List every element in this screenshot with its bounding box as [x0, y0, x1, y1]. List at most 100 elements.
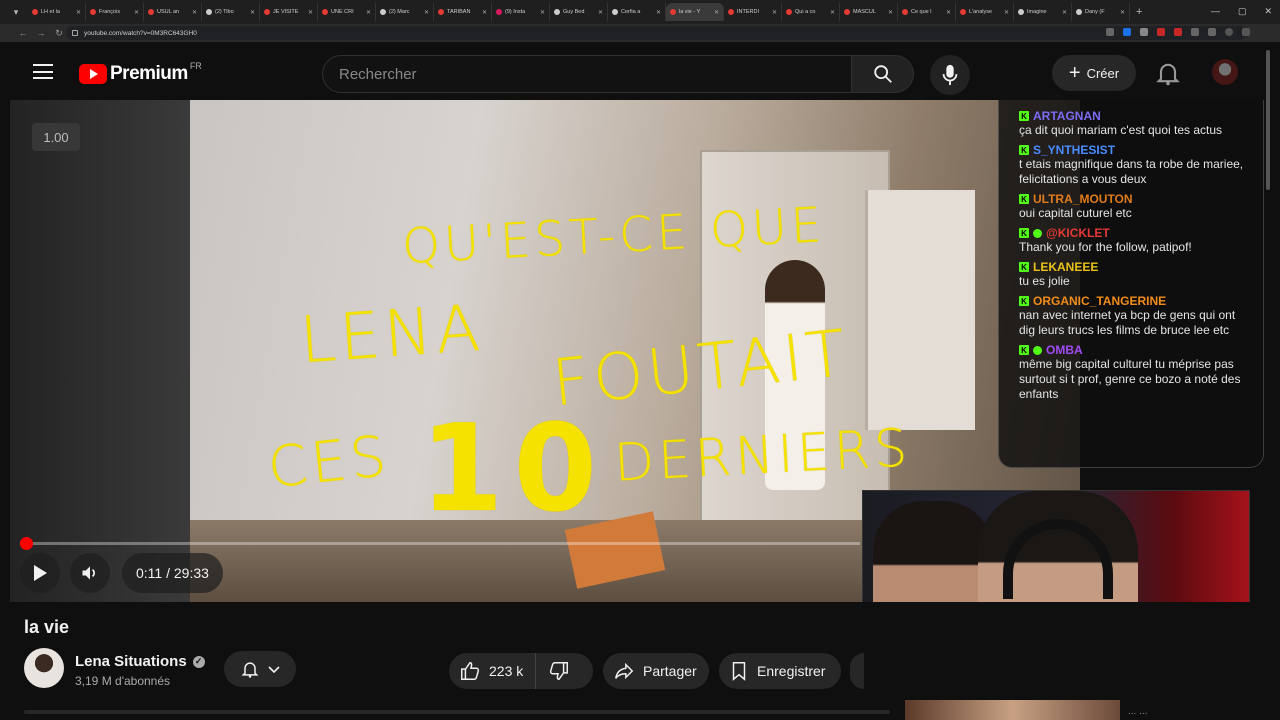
search-input[interactable] [322, 55, 852, 93]
profile-icon[interactable] [1225, 28, 1233, 36]
browser-tab[interactable]: Ce que l ✕ [898, 3, 956, 21]
play-button[interactable] [20, 553, 60, 593]
like-button[interactable]: 223 k [449, 653, 537, 689]
browser-tab[interactable]: François ✕ [86, 3, 144, 21]
browser-tab[interactable]: la vie - Y ✕ [666, 3, 724, 21]
tab-close-icon[interactable]: ✕ [366, 9, 371, 16]
subscriber-count: 3,19 M d'abonnés [75, 674, 171, 688]
browser-tab[interactable]: LH et la ✕ [28, 3, 86, 21]
subscriber-badge-icon [1033, 345, 1042, 355]
tab-close-icon[interactable]: ✕ [424, 9, 429, 16]
minimize-icon[interactable]: — [1211, 6, 1220, 17]
menu-icon[interactable] [33, 64, 53, 79]
tab-close-icon[interactable]: ✕ [656, 9, 661, 16]
browser-tab[interactable]: Guy Bed ✕ [550, 3, 608, 21]
tab-close-icon[interactable]: ✕ [1004, 9, 1009, 16]
tab-close-icon[interactable]: ✕ [1120, 9, 1125, 16]
extension-icon[interactable] [1191, 28, 1199, 36]
back-icon[interactable]: ← [14, 28, 32, 38]
browser-tab[interactable]: MASCUL ✕ [840, 3, 898, 21]
channel-avatar[interactable] [24, 648, 64, 688]
account-avatar[interactable] [1212, 59, 1238, 85]
more-actions-button[interactable] [850, 653, 864, 689]
dislike-button[interactable] [536, 660, 580, 682]
youtube-premium-logo[interactable]: Premium FR [79, 61, 202, 85]
progress-scrubber[interactable] [20, 537, 33, 550]
browser-tab[interactable]: Qui a co ✕ [782, 3, 840, 21]
voice-search-button[interactable] [930, 55, 970, 95]
thumbs-down-icon [550, 662, 569, 680]
playback-speed: 1.00 [32, 123, 80, 151]
browser-tab[interactable]: L'analyse ✕ [956, 3, 1014, 21]
extensions-puzzle-icon[interactable] [1208, 28, 1216, 36]
address-bar[interactable]: youtube.com/watch?v=0M3RC643GH0 [66, 26, 1246, 40]
site-info-icon[interactable] [72, 30, 78, 36]
tab-close-icon[interactable]: ✕ [888, 9, 893, 16]
mute-button[interactable] [70, 553, 110, 593]
tab-close-icon[interactable]: ✕ [830, 9, 835, 16]
tab-close-icon[interactable]: ✕ [250, 9, 255, 16]
browser-tab[interactable]: UNE CRI ✕ [318, 3, 376, 21]
chat-user-row: K LEKANEEE [1019, 260, 1251, 274]
browser-tab[interactable]: USUL an ✕ [144, 3, 202, 21]
progress-bar[interactable] [20, 542, 860, 545]
kick-badge-icon: K [1019, 111, 1029, 121]
subscription-bell-button[interactable] [224, 651, 296, 687]
channel-name[interactable]: Lena Situations [75, 653, 187, 670]
chat-username: LEKANEEE [1033, 260, 1099, 274]
tab-close-icon[interactable]: ✕ [946, 9, 951, 16]
tab-label: L'analyse [969, 9, 993, 15]
browser-tab[interactable]: TARIBAN ✕ [434, 3, 492, 21]
bookmark-icon [732, 662, 746, 681]
tab-close-icon[interactable]: ✕ [134, 9, 139, 16]
browser-tab[interactable]: Cerfia a ✕ [608, 3, 666, 21]
search-button[interactable] [852, 55, 914, 93]
browser-tab[interactable]: (2) Tibo ✕ [202, 3, 260, 21]
close-window-icon[interactable]: ✕ [1264, 6, 1272, 17]
kick-badge-icon: K [1019, 228, 1029, 238]
browser-tab[interactable]: INTERDI ✕ [724, 3, 782, 21]
related-title[interactable]: ... ... [1128, 706, 1147, 717]
tab-close-icon[interactable]: ✕ [308, 9, 313, 16]
extension-icon[interactable] [1157, 28, 1165, 36]
create-button[interactable]: + Créer [1052, 55, 1136, 91]
tab-close-icon[interactable]: ✕ [1062, 9, 1067, 16]
tab-close-icon[interactable]: ✕ [598, 9, 603, 16]
tab-label: (9) Insta [505, 9, 526, 15]
tab-close-icon[interactable]: ✕ [192, 9, 197, 16]
video-frame-left: 1.00 [10, 100, 190, 602]
save-button[interactable]: Enregistrer [719, 653, 841, 689]
browser-tab[interactable]: Imagine ✕ [1014, 3, 1072, 21]
notifications-button[interactable] [1154, 59, 1182, 87]
translate-icon[interactable] [1123, 28, 1131, 36]
tab-close-icon[interactable]: ✕ [76, 9, 81, 16]
description-bar[interactable] [24, 710, 890, 714]
video-player[interactable]: 1.00 QU'EST-CE QUE LENA FOUTAIT CES 10 D… [0, 100, 1280, 602]
chat-message: K S_YNTHESIST t etais magnifique dans ta r… [1019, 143, 1251, 187]
bookmark-star-icon[interactable] [1140, 28, 1148, 36]
tab-close-icon[interactable]: ✕ [482, 9, 487, 16]
scrollbar-thumb[interactable] [1266, 50, 1270, 190]
zoom-icon[interactable] [1106, 28, 1114, 36]
page-scrollbar[interactable] [1266, 42, 1272, 718]
channel-name-row[interactable]: Lena Situations ✓ [75, 653, 205, 670]
new-tab-button[interactable]: + [1136, 6, 1142, 18]
share-label: Partager [643, 663, 697, 679]
browser-tab[interactable]: Dany (F ✕ [1072, 3, 1130, 21]
related-thumbnail[interactable] [905, 700, 1120, 720]
share-icon [615, 662, 634, 680]
chat-message: K @KICKLET Thank you for the follow, patip… [1019, 226, 1251, 255]
tab-close-icon[interactable]: ✕ [540, 9, 545, 16]
forward-icon[interactable]: → [32, 28, 50, 38]
share-button[interactable]: Partager [603, 653, 709, 689]
tab-search-icon[interactable]: ▾ [8, 4, 24, 20]
tab-close-icon[interactable]: ✕ [714, 9, 719, 16]
maximize-icon[interactable]: ▢ [1238, 6, 1247, 17]
browser-tab[interactable]: (9) Insta ✕ [492, 3, 550, 21]
browser-menu-icon[interactable] [1242, 28, 1250, 36]
tab-close-icon[interactable]: ✕ [772, 9, 777, 16]
extension-icon[interactable] [1174, 28, 1182, 36]
browser-tab[interactable]: (2) Marc ✕ [376, 3, 434, 21]
chat-message: K ORGANIC_TANGERINE nan avec internet ya b… [1019, 294, 1251, 338]
browser-tab[interactable]: JE VISITE ✕ [260, 3, 318, 21]
